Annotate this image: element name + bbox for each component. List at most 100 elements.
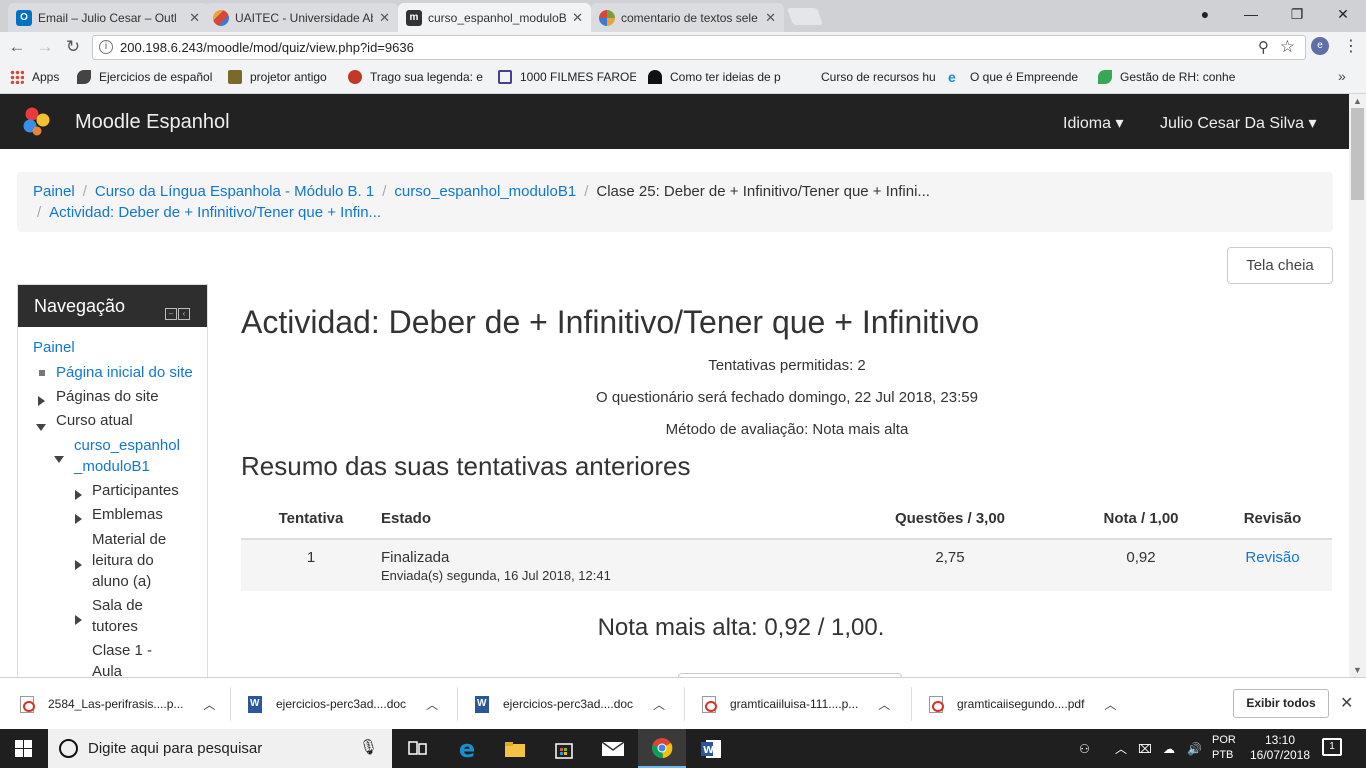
close-icon[interactable]: ✕ bbox=[765, 10, 776, 26]
download-item[interactable]: gramticaiisegundo....pdf ︿ bbox=[929, 678, 1116, 730]
bookmark-apps[interactable]: Apps bbox=[10, 70, 70, 84]
expand-icon[interactable] bbox=[75, 485, 82, 506]
address-bar[interactable]: i 200.198.6.243/moodle/mod/quiz/view.php… bbox=[92, 35, 1306, 60]
scroll-down-icon[interactable]: ▼ bbox=[1353, 665, 1362, 675]
menu-dots-icon[interactable]: ⋮ bbox=[1343, 36, 1359, 56]
system-clock[interactable]: 13:10 16/07/2018 bbox=[1245, 733, 1315, 763]
chevron-right-icon[interactable]: » bbox=[1338, 68, 1346, 84]
chrome-icon[interactable] bbox=[638, 729, 686, 768]
expand-icon[interactable] bbox=[75, 610, 82, 631]
nav-item-clase-1-cont[interactable]: Aula bbox=[92, 661, 122, 677]
volume-icon[interactable]: 🔊 bbox=[1187, 729, 1202, 768]
show-all-downloads-button[interactable]: Exibir todos bbox=[1233, 689, 1329, 718]
site-brand[interactable]: Moodle Espanhol bbox=[75, 111, 230, 134]
nav-item-painel[interactable]: Painel bbox=[33, 337, 75, 358]
close-icon[interactable]: ✕ bbox=[572, 10, 583, 26]
user-menu[interactable]: Julio Cesar Da Silva ▾ bbox=[1160, 113, 1317, 133]
download-item[interactable]: ejercicios-perc3ad....doc ︿ bbox=[248, 678, 438, 730]
breadcrumb-link[interactable]: curso_espanhol_moduloB1 bbox=[394, 183, 576, 200]
review-link[interactable]: Revisão bbox=[1245, 549, 1299, 566]
collapse-tree-icon[interactable] bbox=[36, 416, 46, 437]
dock-icon[interactable]: ‹ bbox=[178, 308, 190, 320]
breadcrumb-link[interactable]: Actividad: Deber de + Infinitivo/Tener q… bbox=[49, 204, 381, 221]
mail-icon[interactable] bbox=[589, 729, 637, 768]
minimize-button[interactable]: — bbox=[1228, 0, 1274, 28]
breadcrumb-current-section[interactable]: Clase 25: Deber de + Infinitivo/Tener qu… bbox=[596, 183, 930, 200]
language-indicator[interactable]: POR PTB bbox=[1212, 733, 1236, 763]
forward-icon[interactable]: → bbox=[34, 36, 56, 58]
nav-item-site-pages[interactable]: Páginas do site bbox=[56, 386, 159, 407]
nav-item-site-home[interactable]: Página inicial do site bbox=[56, 362, 193, 383]
reload-icon[interactable]: ↻ bbox=[62, 36, 84, 58]
language-menu[interactable]: Idioma ▾ bbox=[1063, 113, 1124, 133]
expand-icon[interactable] bbox=[75, 555, 82, 576]
taskbar-search[interactable]: Digite aqui para pesquisar 🎙 bbox=[48, 729, 392, 768]
nav-item-course-name[interactable]: curso_espanhol bbox=[74, 435, 180, 456]
breadcrumb-link[interactable]: Painel bbox=[33, 183, 75, 200]
fullscreen-button[interactable]: Tela cheia bbox=[1227, 247, 1333, 284]
maximize-button[interactable]: ❐ bbox=[1274, 0, 1320, 28]
close-icon[interactable]: ✕ bbox=[189, 10, 200, 26]
bookmark-item[interactable]: Trago sua legenda: e bbox=[348, 70, 484, 84]
back-icon[interactable]: ← bbox=[6, 36, 28, 58]
windows-start-icon[interactable] bbox=[15, 740, 32, 757]
task-view-icon[interactable] bbox=[394, 729, 442, 768]
network-icon[interactable]: ⌧ bbox=[1138, 729, 1152, 768]
moodle-logo-icon[interactable] bbox=[20, 106, 54, 136]
edge-icon[interactable]: e bbox=[443, 729, 491, 768]
profile-icon[interactable]: ● bbox=[1182, 0, 1228, 28]
scrollbar-thumb[interactable] bbox=[1351, 108, 1364, 200]
tab-outlook[interactable]: O Email – Julio Cesar – Outl ✕ bbox=[8, 3, 208, 32]
store-icon[interactable] bbox=[540, 729, 588, 768]
chevron-up-icon[interactable]: ︿ bbox=[1104, 696, 1116, 713]
tray-chevron-icon[interactable]: ︿ bbox=[1115, 729, 1127, 768]
nav-item-tutors-cont[interactable]: tutores bbox=[92, 616, 138, 637]
close-window-button[interactable]: ✕ bbox=[1320, 0, 1366, 28]
bookmark-item[interactable]: Gestão de RH: conhe bbox=[1098, 70, 1236, 84]
chevron-up-icon[interactable]: ︿ bbox=[653, 696, 665, 713]
chevron-up-icon[interactable]: ︿ bbox=[203, 696, 215, 713]
collapse-icon[interactable]: – bbox=[165, 308, 177, 320]
tab-comentario[interactable]: comentario de textos sele ✕ bbox=[591, 3, 784, 32]
download-item[interactable]: ejercicios-perc3ad....doc ︿ bbox=[475, 678, 665, 730]
extension-icon[interactable]: e bbox=[1311, 37, 1329, 55]
bookmark-item[interactable]: 1000 FILMES FAROES bbox=[498, 70, 636, 84]
bookmark-item[interactable]: e O que é Empreende bbox=[948, 70, 1084, 84]
tab-moodle[interactable]: m curso_espanhol_moduloB ✕ bbox=[398, 3, 591, 32]
info-icon[interactable]: i bbox=[99, 40, 113, 54]
download-item[interactable]: gramticaiiluisa-111....p... ︿ bbox=[702, 678, 890, 730]
microphone-icon[interactable]: 🎙 bbox=[359, 738, 378, 756]
tab-uaitec[interactable]: UAITEC - Universidade Ab ✕ bbox=[205, 3, 398, 32]
expand-icon[interactable] bbox=[38, 391, 45, 412]
expand-icon[interactable] bbox=[75, 509, 82, 530]
word-icon[interactable]: W bbox=[687, 729, 735, 768]
chevron-up-icon[interactable]: ︿ bbox=[878, 696, 890, 713]
collapse-tree-icon[interactable] bbox=[54, 448, 64, 469]
nav-item-material-cont[interactable]: aluno (a) bbox=[92, 571, 151, 592]
cloud-icon[interactable]: ☁ bbox=[1163, 729, 1175, 768]
nav-item-current-course[interactable]: Curso atual bbox=[56, 410, 133, 431]
chevron-up-icon[interactable]: ︿ bbox=[426, 696, 438, 713]
new-tab-button[interactable] bbox=[786, 8, 824, 25]
scroll-up-icon[interactable]: ▲ bbox=[1353, 96, 1362, 106]
people-icon[interactable]: ⚇ bbox=[1079, 729, 1090, 768]
nav-item-material[interactable]: Material de bbox=[92, 529, 166, 550]
close-icon[interactable]: ✕ bbox=[1340, 693, 1353, 713]
file-explorer-icon[interactable] bbox=[491, 729, 539, 768]
bookmark-item[interactable]: Ejercicios de español bbox=[77, 70, 219, 84]
page-scrollbar[interactable]: ▲ ▼ bbox=[1349, 94, 1366, 677]
download-item[interactable]: 2584_Las-perifrasis....p... ︿ bbox=[20, 678, 215, 730]
nav-item-badges[interactable]: Emblemas bbox=[92, 504, 163, 525]
bookmark-item[interactable]: Como ter ideias de p bbox=[648, 70, 784, 84]
zoom-icon[interactable]: ⚲ bbox=[1258, 38, 1269, 56]
nav-item-participants[interactable]: Participantes bbox=[92, 480, 179, 501]
nav-item-material-cont[interactable]: leitura do bbox=[92, 550, 154, 571]
breadcrumb-link[interactable]: Curso da Língua Espanhola - Módulo B. 1 bbox=[95, 183, 374, 200]
notification-center-icon[interactable]: 1 bbox=[1322, 738, 1342, 756]
nav-item-tutors[interactable]: Sala de bbox=[92, 595, 143, 616]
nav-item-clase-1[interactable]: Clase 1 - bbox=[92, 640, 152, 661]
nav-item-course-name-cont[interactable]: _moduloB1 bbox=[74, 456, 150, 477]
bookmark-item[interactable]: projetor antigo bbox=[228, 70, 340, 84]
bookmark-star-icon[interactable]: ☆ bbox=[1280, 37, 1295, 57]
bookmark-item[interactable]: Curso de recursos hu bbox=[799, 70, 935, 84]
